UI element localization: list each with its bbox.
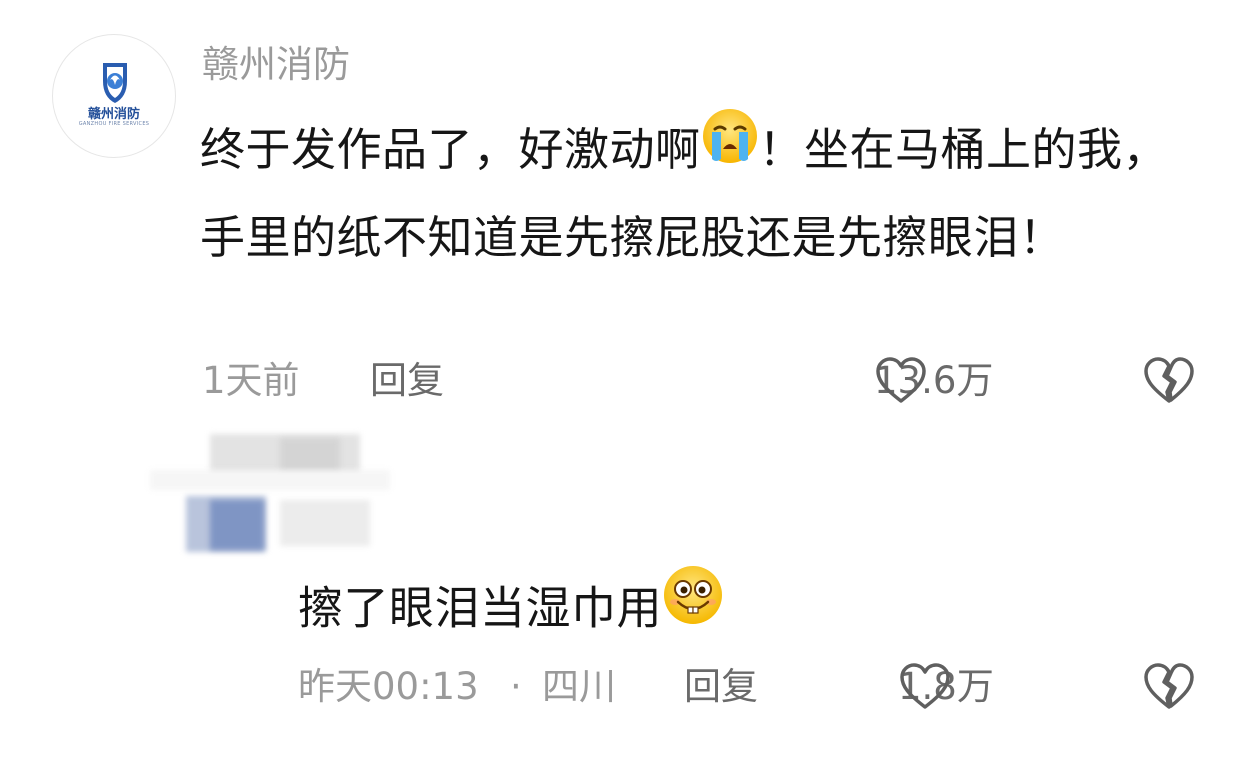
dislike-button[interactable] xyxy=(1142,356,1196,419)
shield-logo-icon xyxy=(103,63,127,103)
author-name[interactable]: 赣州消防 xyxy=(202,42,350,88)
heart-icon xyxy=(874,356,928,419)
like-button[interactable]: 13.6万 xyxy=(874,356,993,406)
dislike-button[interactable] xyxy=(1142,662,1196,725)
author-avatar[interactable]: 赣州消防 GANZHOU FIRE SERVICES xyxy=(52,34,176,158)
reply-meta-row: 昨天00:13 · 四川 回复 1.8万 xyxy=(298,662,1218,712)
reply-text: 擦了眼泪当湿巾用 xyxy=(298,581,663,635)
reply-button[interactable]: 回复 xyxy=(684,662,758,712)
like-button[interactable]: 1.8万 xyxy=(898,662,994,712)
crying-face-icon xyxy=(701,107,759,192)
reply-location: 四川 xyxy=(542,665,616,708)
broken-heart-icon xyxy=(1144,357,1194,403)
comment-thread: 赣州消防 GANZHOU FIRE SERVICES 赣州消防 终于发作品了，好… xyxy=(0,0,1260,770)
heart-icon xyxy=(898,662,952,725)
broken-heart-icon xyxy=(1144,663,1194,709)
reply-button[interactable]: 回复 xyxy=(370,356,444,406)
comment-body: 终于发作品了，好激动啊 ！坐在马桶上的我，手里的纸不知道是先擦屁股还是先擦眼泪！ xyxy=(200,108,1190,280)
reply-time: 昨天00:13 xyxy=(298,665,479,708)
avatar-logo-subtitle: GANZHOU FIRE SERVICES xyxy=(78,121,150,127)
meta-separator: · xyxy=(510,665,522,708)
comment-time: 1天前 xyxy=(202,359,300,402)
avatar-logo-text: 赣州消防 xyxy=(87,107,140,122)
reply-author-blurred[interactable] xyxy=(150,420,390,580)
grinning-buck-teeth-face-icon xyxy=(662,564,724,647)
reply-body: 擦了眼泪当湿巾用 xyxy=(298,566,724,653)
comment-text-part-1: 终于发作品了，好激动啊 xyxy=(200,123,701,176)
comment-meta-row: 1天前 回复 13.6万 xyxy=(202,356,1202,406)
